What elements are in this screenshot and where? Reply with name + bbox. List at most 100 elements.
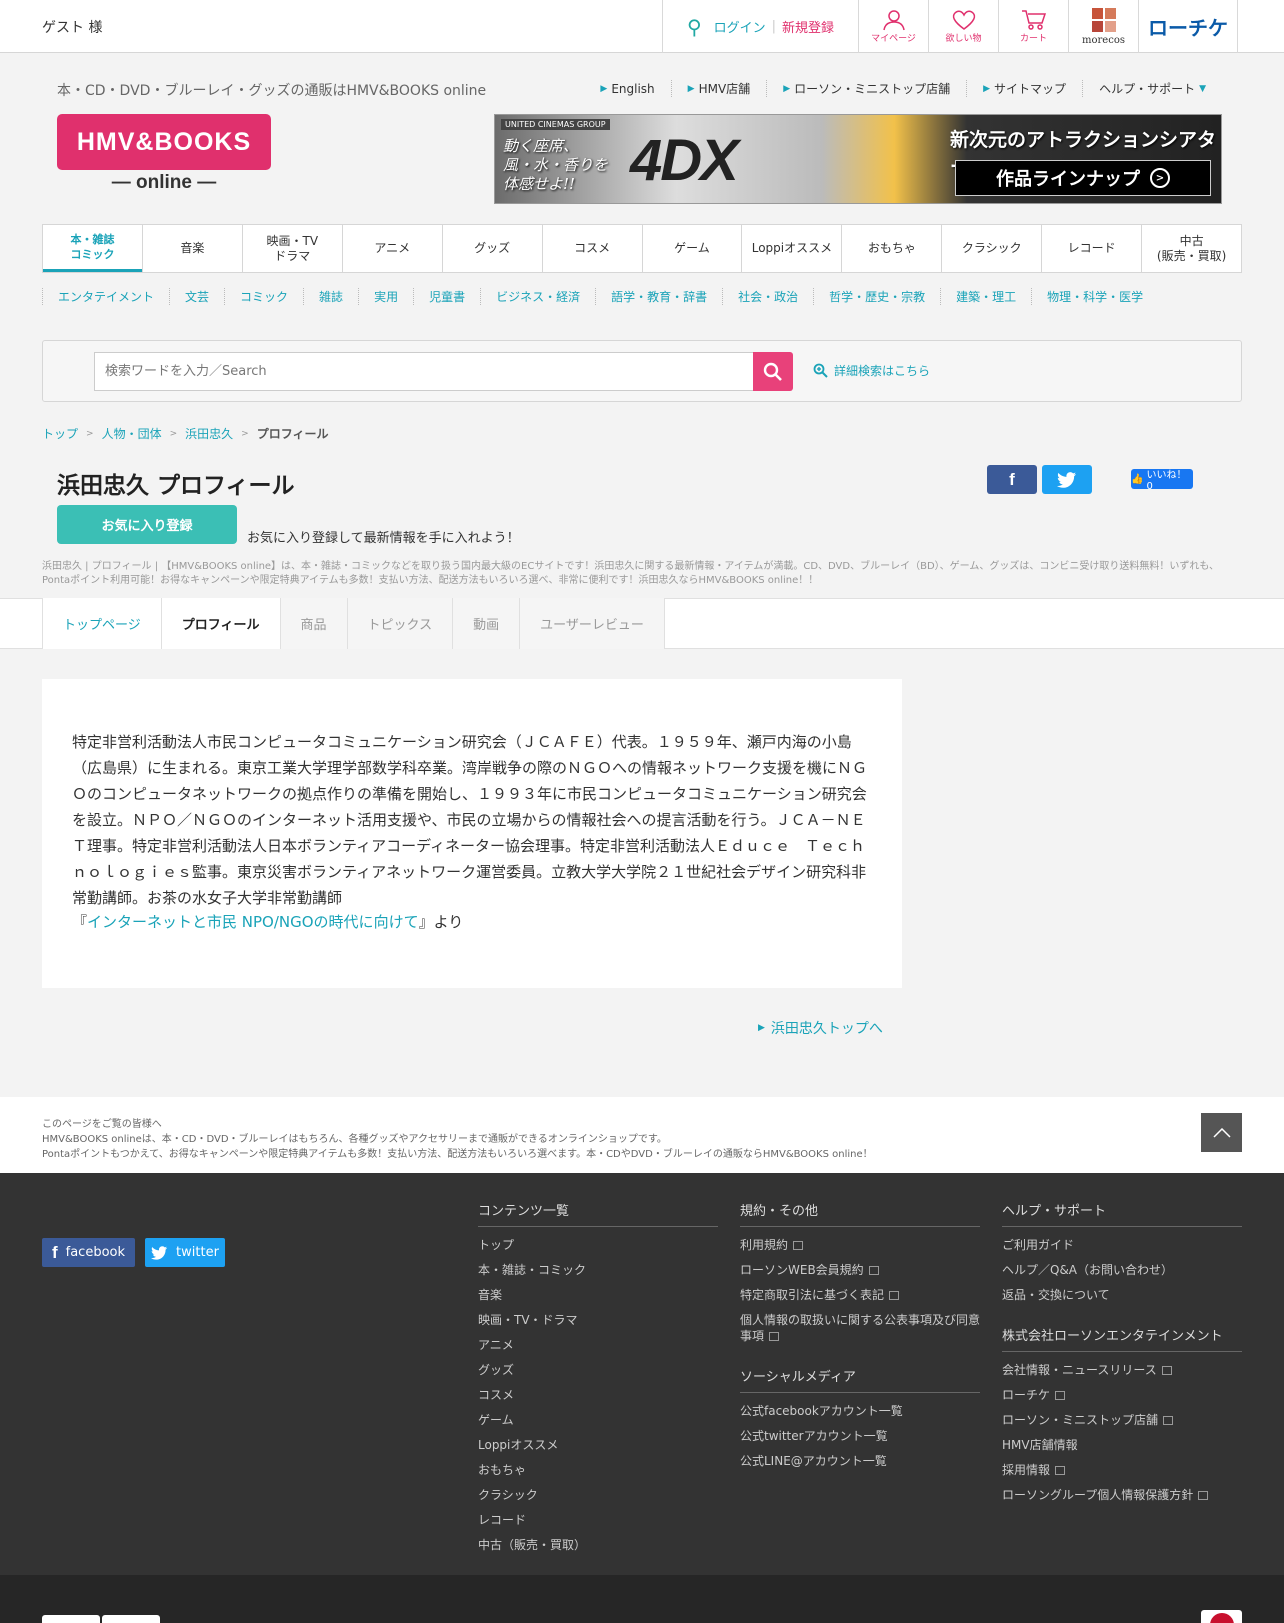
- footer-link[interactable]: 音楽: [478, 1288, 502, 1302]
- site-tagline: 本・CD・DVD・ブルーレイ・グッズの通販はHMV&BOOKS online: [57, 83, 487, 99]
- footer-link[interactable]: ローソン・ミニストップ店舗: [1002, 1413, 1174, 1427]
- footer-twitter-button[interactable]: twitter: [145, 1238, 225, 1267]
- key-icon: ⚲: [686, 14, 702, 39]
- search-button[interactable]: [753, 352, 793, 391]
- source-book-link[interactable]: インターネットと市民 NPO/NGOの時代に向けて: [87, 913, 419, 931]
- page-top-button[interactable]: [1201, 1113, 1242, 1152]
- footer-link[interactable]: 公式facebookアカウント一覧: [740, 1404, 903, 1418]
- nav-music[interactable]: 音楽: [141, 225, 242, 272]
- footer-link[interactable]: アニメ: [478, 1338, 514, 1352]
- footer-link[interactable]: 個人情報の取扱いに関する公表事項及び同意事項: [740, 1313, 980, 1343]
- footer-link[interactable]: グッズ: [478, 1363, 514, 1377]
- subnav-item[interactable]: 建築・理工: [940, 288, 1031, 305]
- subnav-item[interactable]: ビジネス・経済: [480, 288, 595, 305]
- subnav-item[interactable]: エンタテイメント: [42, 288, 169, 305]
- thumbs-up-icon: 👍: [1131, 473, 1144, 485]
- artist-top-link[interactable]: ▶ 浜田忠久トップへ: [758, 1018, 883, 1038]
- sub-nav: エンタテイメント 文芸 コミック 雑誌 実用 児童書 ビジネス・経済 語学・教育…: [0, 273, 1284, 320]
- footer-link[interactable]: 会社情報・ニュースリリース: [1002, 1363, 1172, 1377]
- english-link[interactable]: ▶ English: [584, 80, 670, 97]
- subnav-item[interactable]: 雑誌: [303, 288, 358, 305]
- footer-link[interactable]: 利用規約: [740, 1238, 804, 1252]
- footer-link[interactable]: トップ: [478, 1238, 514, 1252]
- nav-game[interactable]: ゲーム: [641, 225, 742, 272]
- bottom-bar: [0, 1575, 1284, 1623]
- nav-anime[interactable]: アニメ: [341, 225, 442, 272]
- lawson-stores-link[interactable]: ▶ ローソン・ミニストップ店舗: [766, 80, 966, 97]
- wishlist-label: 欲しい物: [945, 34, 982, 44]
- footer-link[interactable]: クラシック: [478, 1488, 538, 1502]
- breadcrumb-people[interactable]: 人物・団体: [102, 425, 162, 442]
- favorite-button[interactable]: お気に入り登録: [57, 505, 237, 544]
- breadcrumb-artist[interactable]: 浜田忠久: [185, 425, 233, 442]
- cart-label: カート: [1019, 34, 1047, 44]
- lawson-ticket-link[interactable]: ローチケ: [1138, 0, 1238, 53]
- cart-button[interactable]: カート: [998, 0, 1068, 53]
- external-link-icon: [1055, 1466, 1066, 1475]
- nav-toys[interactable]: おもちゃ: [841, 225, 941, 272]
- nav-goods[interactable]: グッズ: [441, 225, 542, 272]
- subnav-item[interactable]: 哲学・歴史・宗教: [813, 288, 940, 305]
- advanced-search-link[interactable]: 詳細検索はこちら: [813, 362, 930, 379]
- footer-link[interactable]: 特定商取引法に基づく表記: [740, 1288, 900, 1302]
- footer-link[interactable]: ヘルプ／Q&A（お問い合わせ）: [1002, 1263, 1173, 1277]
- morecos-link[interactable]: morecos: [1068, 0, 1138, 53]
- sitemap-link[interactable]: ▶ サイトマップ: [966, 80, 1082, 97]
- footer-link[interactable]: 採用情報: [1002, 1463, 1066, 1477]
- footer-link[interactable]: おもちゃ: [478, 1463, 526, 1477]
- hmv-stores-link[interactable]: ▶ HMV店舗: [670, 80, 767, 97]
- footer-link[interactable]: 公式twitterアカウント一覧: [740, 1429, 888, 1443]
- arrow-right-icon: ▶: [687, 83, 695, 94]
- footer-link[interactable]: ご利用ガイド: [1002, 1238, 1074, 1252]
- twitter-share-button[interactable]: [1042, 465, 1092, 494]
- footer-link[interactable]: HMV店舗情報: [1002, 1438, 1078, 1452]
- mypage-button[interactable]: マイページ: [858, 0, 928, 53]
- nav-cosme[interactable]: コスメ: [541, 225, 642, 272]
- wishlist-button[interactable]: 欲しい物: [928, 0, 998, 53]
- footer-link[interactable]: Loppiオススメ: [478, 1438, 558, 1452]
- facebook-share-button[interactable]: f: [987, 465, 1037, 494]
- footer-link[interactable]: 中古（販売・買取）: [478, 1538, 586, 1552]
- subnav-item[interactable]: 文芸: [169, 288, 224, 305]
- breadcrumb-top[interactable]: トップ: [42, 425, 78, 442]
- subnav-item[interactable]: 語学・教育・辞書: [595, 288, 722, 305]
- footer-link[interactable]: 映画・TV・ドラマ: [478, 1313, 578, 1327]
- site-logo[interactable]: HMV&BOOKS — online —: [57, 114, 271, 198]
- footer-link[interactable]: ゲーム: [478, 1413, 514, 1427]
- nav-used[interactable]: 中古 (販売・買取): [1141, 225, 1241, 272]
- banner-copy: 動く座席、 風・水・香りを 体感せよ!!: [503, 137, 609, 193]
- subnav-item[interactable]: 児童書: [413, 288, 480, 305]
- nav-books[interactable]: 本・雑誌 コミック: [43, 225, 142, 272]
- footer-facebook-button[interactable]: f facebook: [42, 1238, 135, 1267]
- login-link[interactable]: ログイン: [714, 17, 766, 36]
- register-link[interactable]: 新規登録: [782, 17, 834, 36]
- footer-link[interactable]: 本・雑誌・コミック: [478, 1263, 586, 1277]
- footer-heading: ヘルプ・サポート: [1002, 1200, 1242, 1227]
- tab-topics: トピックス: [346, 598, 453, 649]
- subnav-item[interactable]: 実用: [358, 288, 413, 305]
- cart-icon: [1021, 10, 1046, 30]
- nav-record[interactable]: レコード: [1041, 225, 1141, 272]
- tab-top-page[interactable]: トップページ: [42, 598, 161, 649]
- subnav-item[interactable]: 物理・科学・医学: [1031, 288, 1158, 305]
- footer-link[interactable]: コスメ: [478, 1388, 514, 1402]
- footer-link[interactable]: ローソンWEB会員規約: [740, 1263, 879, 1277]
- footer-link[interactable]: 公式LINE@アカウント一覧: [740, 1454, 887, 1468]
- subnav-item[interactable]: コミック: [224, 288, 303, 305]
- footer-link[interactable]: ローソングループ個人情報保護方針: [1002, 1488, 1209, 1502]
- footer-contents: コンテンツ一覧 トップ 本・雑誌・コミック 音楽 映画・TV・ドラマ アニメ グ…: [478, 1200, 718, 1562]
- search-input[interactable]: [94, 352, 753, 391]
- footer-link[interactable]: レコード: [478, 1513, 526, 1527]
- help-support-dropdown[interactable]: ヘルプ・サポート ▼: [1082, 80, 1222, 97]
- facebook-like-button[interactable]: 👍 いいね！ 0: [1131, 469, 1193, 492]
- nav-classic[interactable]: クラシック: [941, 225, 1041, 272]
- footer-link[interactable]: 返品・交換について: [1002, 1288, 1110, 1302]
- tab-profile[interactable]: プロフィール: [160, 598, 280, 649]
- nav-loppi[interactable]: Loppiオススメ: [741, 225, 841, 272]
- footer-link[interactable]: ローチケ: [1002, 1388, 1066, 1402]
- chevron-right-icon: >: [1150, 168, 1170, 188]
- 4dx-banner[interactable]: UNITED CINEMAS GROUP 動く座席、 風・水・香りを 体感せよ!…: [494, 114, 1222, 204]
- nav-movie-tv[interactable]: 映画・TV ドラマ: [241, 225, 342, 272]
- footer-heading: ソーシャルメディア: [740, 1366, 980, 1393]
- subnav-item[interactable]: 社会・政治: [722, 288, 813, 305]
